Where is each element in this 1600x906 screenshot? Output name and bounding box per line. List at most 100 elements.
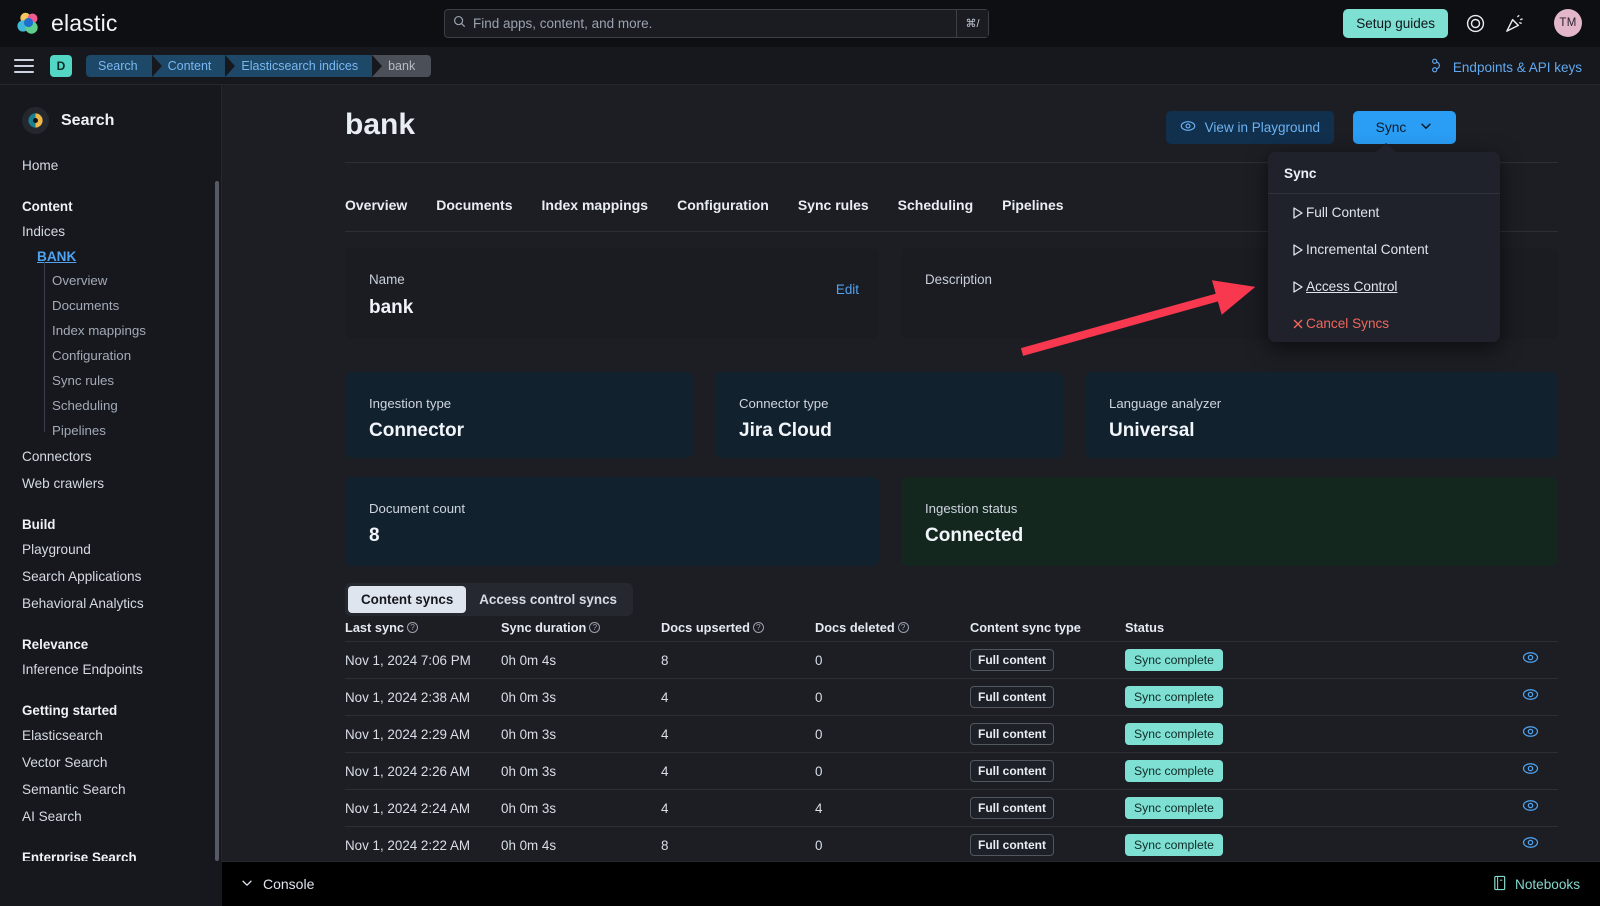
sidebar-item-behavioral-analytics[interactable]: Behavioral Analytics (0, 590, 221, 617)
play-icon (1284, 281, 1293, 293)
tab-sync-rules[interactable]: Sync rules (798, 197, 869, 223)
tab-scheduling[interactable]: Scheduling (898, 197, 973, 223)
table-row[interactable]: Nov 1, 2024 2:26 AM 0h 0m 3s 4 0 Full co… (345, 753, 1558, 790)
sidebar-item-ai-search[interactable]: AI Search (0, 803, 221, 830)
sidebar-subitem-scheduling[interactable]: Scheduling (0, 393, 221, 418)
column-docs-upserted[interactable]: Docs upserted? (661, 620, 815, 635)
sidebar-item-search-applications[interactable]: Search Applications (0, 563, 221, 590)
sidebar-subitem-index-mappings[interactable]: Index mappings (0, 318, 221, 343)
cell-content-sync-type: Full content (970, 649, 1125, 671)
sidebar-item-playground[interactable]: Playground (0, 536, 221, 563)
view-sync-details-icon[interactable] (1522, 797, 1539, 819)
sidebar-subitem-documents[interactable]: Documents (0, 293, 221, 318)
menu-toggle-icon[interactable] (14, 59, 34, 73)
avatar[interactable]: TM (1554, 9, 1582, 37)
sidebar-item-home[interactable]: Home (0, 152, 221, 179)
sidebar-subitem-pipelines[interactable]: Pipelines (0, 418, 221, 443)
global-search-input[interactable]: Find apps, content, and more. ⌘/ (444, 9, 989, 38)
cell-sync-duration: 0h 0m 3s (501, 764, 661, 779)
view-in-playground-button[interactable]: View in Playground (1166, 111, 1334, 144)
view-sync-details-icon[interactable] (1522, 686, 1539, 708)
name-card-value: bank (369, 297, 859, 319)
sync-menu-item-incremental-content[interactable]: Incremental Content (1268, 231, 1500, 268)
breadcrumb-item-search[interactable]: Search (86, 55, 152, 77)
sidebar-item-bank[interactable]: BANK (37, 245, 76, 268)
tab-index-mappings[interactable]: Index mappings (542, 197, 649, 223)
sidebar-subitem-configuration[interactable]: Configuration (0, 343, 221, 368)
cell-docs-upserted: 4 (661, 801, 815, 816)
cell-last-sync: Nov 1, 2024 2:24 AM (345, 801, 501, 816)
sidebar-subitem-sync-rules[interactable]: Sync rules (0, 368, 221, 393)
setup-guides-button[interactable]: Setup guides (1343, 9, 1448, 38)
sidebar-item-semantic-search[interactable]: Semantic Search (0, 776, 221, 803)
tab-configuration[interactable]: Configuration (677, 197, 769, 223)
sidebar-item-indices[interactable]: Indices (0, 218, 221, 245)
breadcrumb-item-content[interactable]: Content (152, 55, 226, 77)
sidebar-subitem-overview[interactable]: Overview (0, 268, 221, 293)
table-row[interactable]: Nov 1, 2024 2:22 AM 0h 0m 4s 8 0 Full co… (345, 827, 1558, 861)
cell-docs-upserted: 4 (661, 690, 815, 705)
cell-actions (1280, 686, 1558, 708)
cell-docs-upserted: 8 (661, 653, 815, 668)
sync-menu-item-full-content[interactable]: Full Content (1268, 194, 1500, 231)
view-sync-details-icon[interactable] (1522, 834, 1539, 856)
sidebar-item-connectors[interactable]: Connectors (0, 443, 221, 470)
play-icon (1284, 207, 1293, 219)
sidebar-item-web-crawlers[interactable]: Web crawlers (0, 470, 221, 497)
view-sync-details-icon[interactable] (1522, 649, 1539, 671)
cell-status: Sync complete (1125, 723, 1280, 745)
help-icon[interactable]: ? (589, 622, 600, 633)
sync-menu-title: Sync (1268, 152, 1500, 193)
breadcrumb-item-bank[interactable]: bank (372, 55, 431, 77)
tab-overview[interactable]: Overview (345, 197, 407, 223)
help-icon[interactable]: ? (407, 622, 418, 633)
sidebar-scrollbar[interactable] (215, 181, 219, 861)
tab-documents[interactable]: Documents (436, 197, 512, 223)
sidebar-item-inference-endpoints[interactable]: Inference Endpoints (0, 656, 221, 683)
console-toggle[interactable]: Console (240, 876, 314, 893)
sync-menu-item-cancel-syncs[interactable]: Cancel Syncs (1268, 305, 1500, 342)
status-badge: Sync complete (1125, 834, 1223, 856)
sidebar-item-elasticsearch[interactable]: Elasticsearch (0, 722, 221, 749)
sync-menu-item-label: Access Control (1306, 279, 1397, 294)
brand[interactable]: elastic (16, 10, 118, 37)
column-docs-deleted[interactable]: Docs deleted? (815, 620, 970, 635)
cell-docs-deleted: 0 (815, 838, 970, 853)
space-badge[interactable]: D (50, 55, 72, 77)
help-icon[interactable]: ? (753, 622, 764, 633)
help-icon[interactable]: ? (898, 622, 909, 633)
toggle-access-control-syncs[interactable]: Access control syncs (466, 586, 630, 613)
sidebar-app-name: Search (61, 112, 114, 130)
column-last-sync[interactable]: Last sync? (345, 620, 501, 635)
notebooks-button[interactable]: Notebooks (1492, 875, 1580, 894)
endpoints-api-keys-link[interactable]: Endpoints & API keys (1430, 58, 1582, 76)
table-row[interactable]: Nov 1, 2024 2:38 AM 0h 0m 3s 4 0 Full co… (345, 679, 1558, 716)
table-row[interactable]: Nov 1, 2024 2:29 AM 0h 0m 3s 4 0 Full co… (345, 716, 1558, 753)
ingestion-status-label: Ingestion status (925, 501, 1558, 516)
chevron-down-icon (240, 876, 254, 893)
column-status[interactable]: Status (1125, 620, 1280, 635)
cell-last-sync: Nov 1, 2024 2:38 AM (345, 690, 501, 705)
cell-last-sync: Nov 1, 2024 2:29 AM (345, 727, 501, 742)
name-card-edit-link[interactable]: Edit (836, 282, 859, 297)
cell-actions (1280, 649, 1558, 671)
tab-pipelines[interactable]: Pipelines (1002, 197, 1063, 223)
table-row[interactable]: Nov 1, 2024 7:06 PM 0h 0m 4s 8 0 Full co… (345, 642, 1558, 679)
breadcrumb-item-elasticsearch-indices[interactable]: Elasticsearch indices (225, 55, 372, 77)
sidebar-group-build: Build (0, 511, 221, 536)
view-sync-details-icon[interactable] (1522, 723, 1539, 745)
sync-button[interactable]: Sync (1353, 111, 1456, 144)
sidebar-item-vector-search[interactable]: Vector Search (0, 749, 221, 776)
sidebar-subnav: Overview Documents Index mappings Config… (0, 268, 221, 443)
announcements-icon[interactable] (1504, 13, 1525, 34)
sidebar-group-content: Content (0, 193, 221, 218)
toggle-content-syncs[interactable]: Content syncs (348, 586, 466, 613)
sync-type-badge: Full content (970, 686, 1054, 708)
column-sync-duration[interactable]: Sync duration? (501, 620, 661, 635)
help-icon[interactable] (1465, 13, 1486, 34)
view-sync-details-icon[interactable] (1522, 760, 1539, 782)
table-row[interactable]: Nov 1, 2024 2:24 AM 0h 0m 3s 4 4 Full co… (345, 790, 1558, 827)
cell-status: Sync complete (1125, 797, 1280, 819)
sync-menu-item-access-control[interactable]: Access Control (1268, 268, 1500, 305)
column-content-sync-type[interactable]: Content sync type (970, 620, 1125, 635)
